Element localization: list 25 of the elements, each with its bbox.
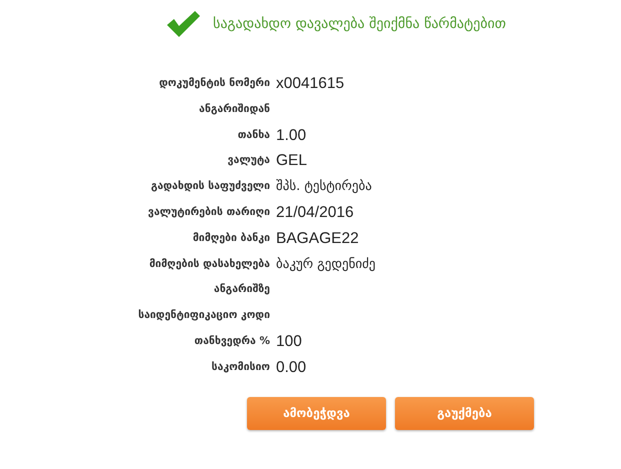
field-label: თანხა [236,128,270,143]
field-value: 0.00 [276,358,308,378]
field-label: ანგარიშიდან [198,102,270,117]
checkmark-icon [165,9,201,39]
field-value: შპს. ტესტირება [276,178,373,196]
field-label: მიმღები ბანკი [192,230,270,246]
field-value: 100 [276,332,303,352]
field-label: ანგარიშზე [212,282,270,298]
field-value: x0041615 [276,74,346,94]
field-label: ვალუტირების თარიღი [147,204,270,220]
field-label: საკომისიო [210,360,270,375]
field-value: 21/04/2016 [276,202,355,223]
field-label: თანხვედრა % [193,334,270,349]
field-value: GEL [276,151,308,172]
print-button[interactable]: ამობეჭდვა [247,396,386,430]
field-label: ვალუტა [226,153,270,168]
field-label: საიდენტიფიკაციო კოდი [137,308,270,324]
field-value: ბაკურ გედენიძე [276,256,377,274]
cancel-button[interactable]: გაუქმება [395,396,534,430]
field-value: 1.00 [276,126,308,146]
field-label: გადახდის საფუძველი [150,179,270,194]
field-value: BAGAGE22 [276,228,360,249]
success-message: საგადახდო დავალება შეიქმნა წარმატებით [213,16,506,32]
field-label: დოკუმენტის ნომერი [158,76,270,91]
field-label: მიმღების დასახელება [148,256,270,272]
